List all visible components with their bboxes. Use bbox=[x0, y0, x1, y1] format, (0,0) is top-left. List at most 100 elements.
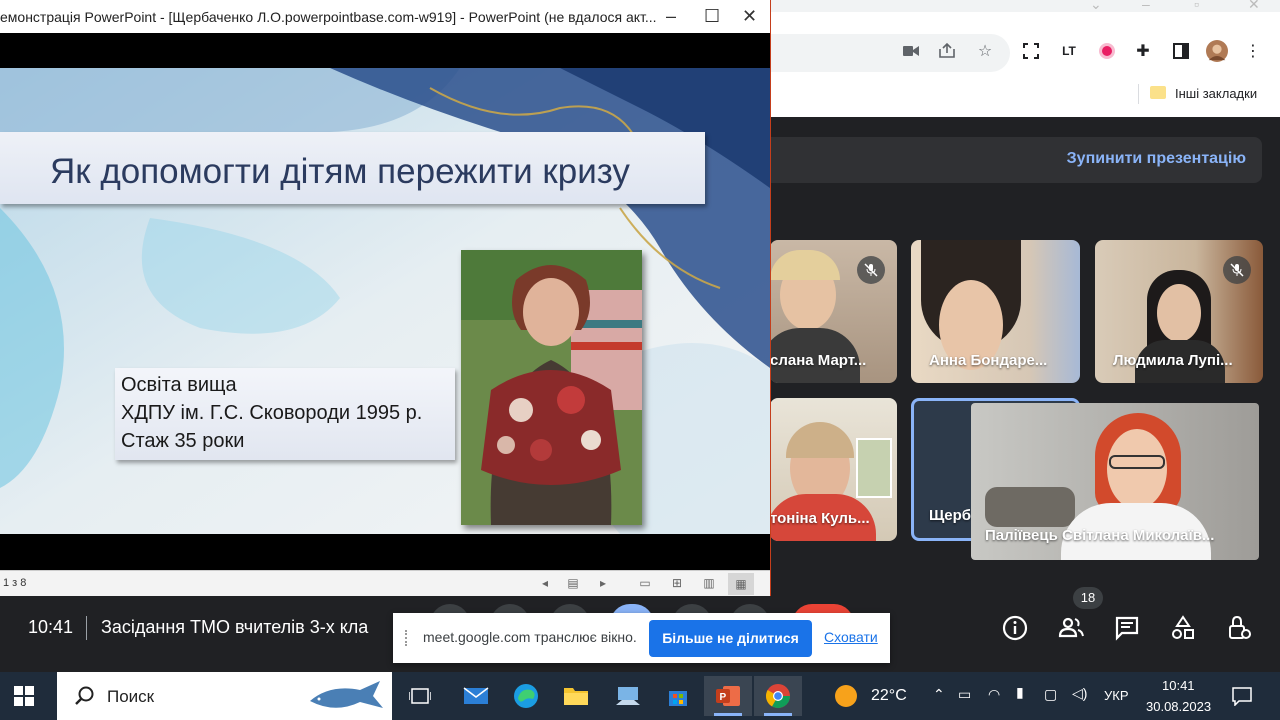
edge-icon[interactable] bbox=[502, 676, 550, 716]
bookmarks-folder-other[interactable]: Інші закладки bbox=[1175, 86, 1257, 101]
slide-title: Як допомогти дітям пережити кризу bbox=[50, 152, 630, 191]
people-icon[interactable] bbox=[1051, 608, 1091, 648]
reading-view-icon[interactable]: ▥ bbox=[702, 576, 716, 590]
record-extension-icon[interactable] bbox=[1096, 40, 1118, 62]
share-icon[interactable] bbox=[936, 40, 958, 62]
chrome-toolbar: ☆ LT ✚ ⋮ bbox=[770, 30, 1280, 76]
info-university: ХДПУ ім. Г.С. Сковороди 1995 р. bbox=[121, 402, 423, 424]
notifications-icon[interactable] bbox=[1231, 686, 1253, 706]
participant-video bbox=[1157, 284, 1201, 342]
slide-sorter-icon[interactable]: ⊞ bbox=[670, 576, 684, 590]
file-explorer-icon[interactable] bbox=[552, 676, 600, 716]
usb-icon[interactable]: ▮ bbox=[1016, 684, 1024, 701]
bookmark-star-icon[interactable]: ☆ bbox=[974, 40, 996, 62]
minimize-icon[interactable]: – bbox=[666, 6, 676, 27]
stop-sharing-button[interactable]: Більше не ділитися bbox=[649, 620, 812, 657]
chevron-up-icon[interactable]: ⌃ bbox=[933, 686, 945, 703]
store-icon[interactable] bbox=[654, 676, 702, 716]
participant-tile[interactable]: слана Март... bbox=[770, 240, 897, 383]
side-panel-icon[interactable] bbox=[1170, 40, 1192, 62]
chat-icon[interactable] bbox=[1107, 608, 1147, 648]
weather-temperature[interactable]: 22°C bbox=[871, 687, 907, 705]
presenting-banner: Зупинити презентацію bbox=[770, 137, 1262, 183]
folder-icon bbox=[1150, 86, 1166, 99]
activities-icon[interactable] bbox=[1163, 608, 1203, 648]
participant-video-hair bbox=[786, 422, 854, 458]
translate-extension-icon[interactable]: LT bbox=[1058, 40, 1080, 62]
muted-mic-icon bbox=[857, 256, 885, 284]
weather-sun-icon[interactable] bbox=[835, 685, 857, 707]
chevron-down-icon[interactable]: ⌄ bbox=[1090, 0, 1102, 13]
battery-icon[interactable]: ▭ bbox=[958, 686, 971, 703]
info-experience: Стаж 35 роки bbox=[121, 430, 245, 452]
participant-name: слана Март... bbox=[770, 352, 867, 369]
volume-icon[interactable]: ◁) bbox=[1072, 685, 1087, 702]
meeting-title: Засідання ТМО вчителів 3-х кла bbox=[101, 617, 369, 637]
info-box[interactable]: Освіта вища ХДПУ ім. Г.С. Сковороди 1995… bbox=[115, 368, 455, 460]
close-icon[interactable]: ✕ bbox=[1248, 0, 1260, 13]
previous-slide-icon[interactable]: ◂ bbox=[538, 576, 552, 590]
slide-counter: 1 з 8 bbox=[3, 577, 27, 589]
screenshot-icon[interactable] bbox=[1020, 40, 1042, 62]
close-icon[interactable]: ✕ bbox=[742, 6, 757, 27]
meeting-time: 10:41 bbox=[28, 617, 74, 637]
info-icon[interactable] bbox=[995, 608, 1035, 648]
maximize-icon[interactable]: ☐ bbox=[704, 6, 720, 27]
participant-name: Паліївець Світлана Миколаїв... bbox=[985, 527, 1215, 544]
bookmark-separator bbox=[1138, 84, 1139, 104]
participant-count-badge: 18 bbox=[1073, 587, 1103, 609]
clock-time[interactable]: 10:41 bbox=[1162, 678, 1195, 693]
powerpoint-window-title: емонстрація PowerPoint - [Щербаченко Л.О… bbox=[0, 9, 657, 25]
extensions-icon[interactable]: ✚ bbox=[1132, 40, 1154, 62]
drag-handle[interactable] bbox=[405, 630, 411, 646]
mail-icon[interactable] bbox=[452, 676, 500, 716]
participant-tile-floating[interactable]: Паліївець Світлана Миколаїв... bbox=[971, 403, 1259, 560]
minimize-icon[interactable]: – bbox=[1142, 0, 1150, 12]
stop-presenting-button[interactable]: Зупинити презентацію bbox=[1067, 150, 1246, 168]
powerpoint-window: емонстрація PowerPoint - [Щербаченко Л.О… bbox=[0, 0, 771, 596]
whale-shark-icon bbox=[310, 681, 383, 708]
avatar[interactable] bbox=[1206, 40, 1228, 62]
clock-date[interactable]: 30.08.2023 bbox=[1146, 699, 1211, 714]
participant-name: Анна Бондаре... bbox=[929, 352, 1048, 369]
screen-icon[interactable]: ▢ bbox=[1044, 686, 1057, 703]
meet-stage: Зупинити презентацію слана Март... Анна … bbox=[770, 117, 1280, 602]
powerpoint-statusbar: 1 з 8 ◂ ▤ ▸ ▭ ⊞ ▥ ▦ bbox=[0, 570, 770, 596]
search-placeholder: Поиск bbox=[107, 687, 155, 706]
more-menu-icon[interactable]: ⋮ bbox=[1242, 40, 1264, 62]
participant-tile[interactable]: тоніна Куль... bbox=[770, 398, 897, 541]
chrome-taskbar-icon[interactable] bbox=[754, 676, 802, 716]
task-view-icon[interactable] bbox=[396, 676, 444, 716]
input-language[interactable]: УКР bbox=[1104, 688, 1129, 703]
participant-name: Людмила Лупі... bbox=[1113, 352, 1233, 369]
slide-title-box[interactable]: Як допомогти дітям пережити кризу bbox=[0, 132, 705, 204]
muted-mic-icon bbox=[1223, 256, 1251, 284]
svg-text:P: P bbox=[720, 692, 727, 703]
maximize-icon[interactable]: ▫ bbox=[1194, 0, 1199, 12]
host-controls-icon[interactable] bbox=[1219, 608, 1259, 648]
chrome-titlebar: ⌄ – ▫ ✕ bbox=[770, 0, 1280, 12]
presenter-photo bbox=[461, 250, 642, 525]
slideshow-icon[interactable]: ▦ bbox=[728, 573, 754, 595]
participant-name: Щерб bbox=[929, 507, 972, 524]
taskbar-search[interactable]: Поиск bbox=[57, 672, 392, 720]
participant-name: тоніна Куль... bbox=[770, 510, 870, 527]
windows-start-icon[interactable] bbox=[14, 686, 34, 706]
next-slide-icon[interactable]: ▸ bbox=[596, 576, 610, 590]
participant-tile[interactable]: Анна Бондаре... bbox=[911, 240, 1080, 383]
hide-link[interactable]: Сховати bbox=[824, 629, 878, 645]
share-notification-text: meet.google.com транслює вікно. bbox=[423, 629, 637, 645]
participant-video bbox=[1107, 429, 1167, 509]
menu-icon[interactable]: ▤ bbox=[566, 576, 580, 590]
wifi-icon[interactable]: ◠ bbox=[988, 686, 1000, 703]
chrome-window: ⌄ – ▫ ✕ ☆ LT ✚ ⋮ Інші закладки bbox=[770, 0, 1280, 117]
desktop-app-icon[interactable] bbox=[604, 676, 652, 716]
info-education: Освіта вища bbox=[121, 374, 237, 396]
normal-view-icon[interactable]: ▭ bbox=[638, 576, 652, 590]
participant-video-background bbox=[985, 487, 1075, 527]
participant-tile[interactable]: Людмила Лупі... bbox=[1095, 240, 1263, 383]
participant-video-glasses bbox=[1109, 455, 1165, 469]
camera-icon[interactable] bbox=[900, 40, 922, 62]
slide-canvas[interactable]: Як допомогти дітям пережити кризу Освіта… bbox=[0, 68, 770, 534]
powerpoint-taskbar-icon[interactable]: P bbox=[704, 676, 752, 716]
